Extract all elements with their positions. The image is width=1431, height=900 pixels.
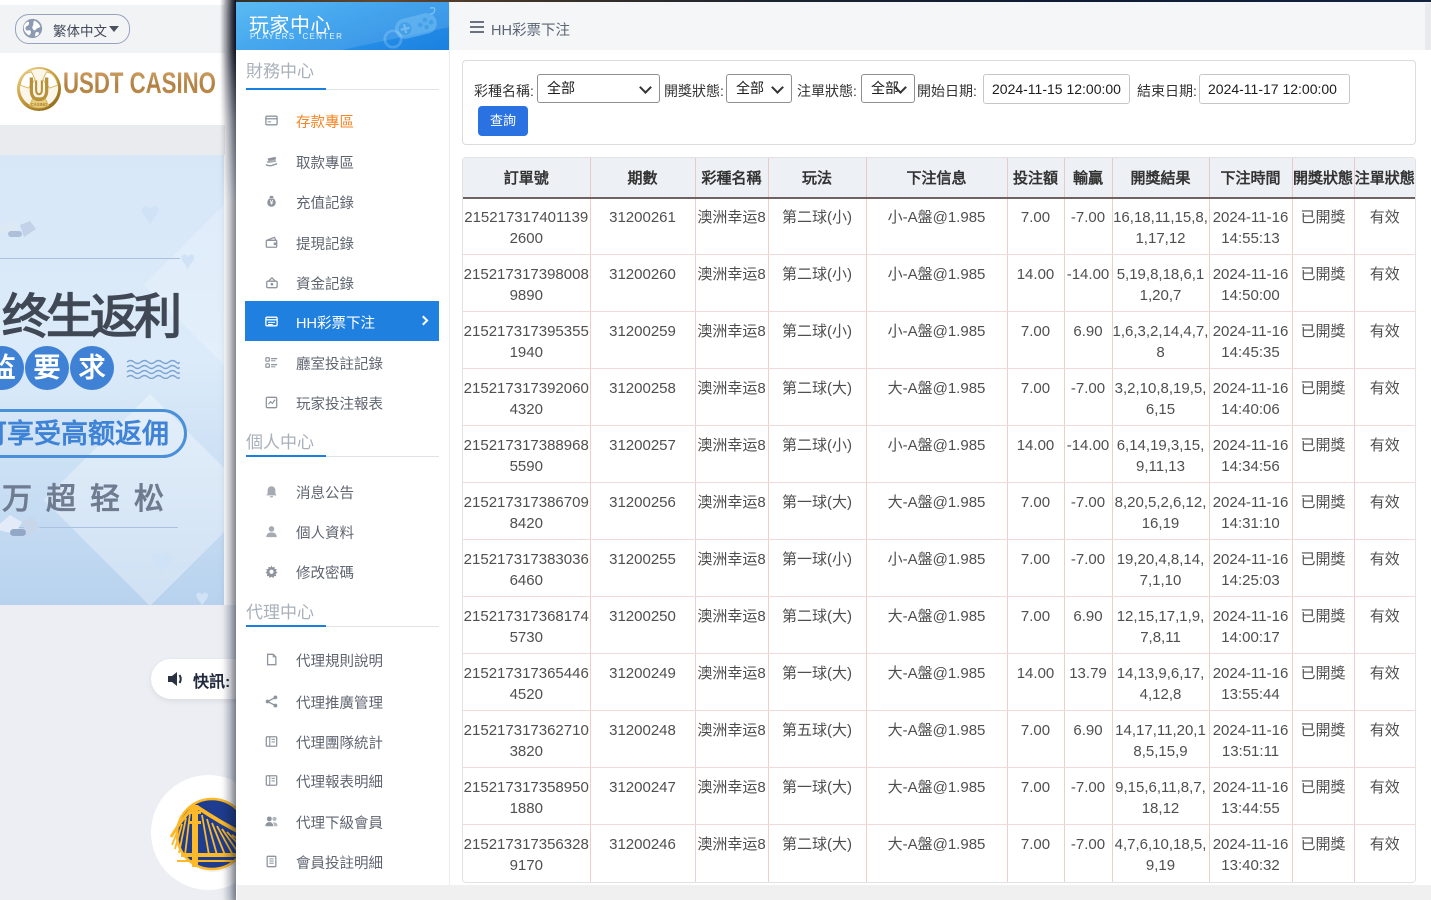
- svg-text:CASINO: CASINO: [31, 102, 48, 107]
